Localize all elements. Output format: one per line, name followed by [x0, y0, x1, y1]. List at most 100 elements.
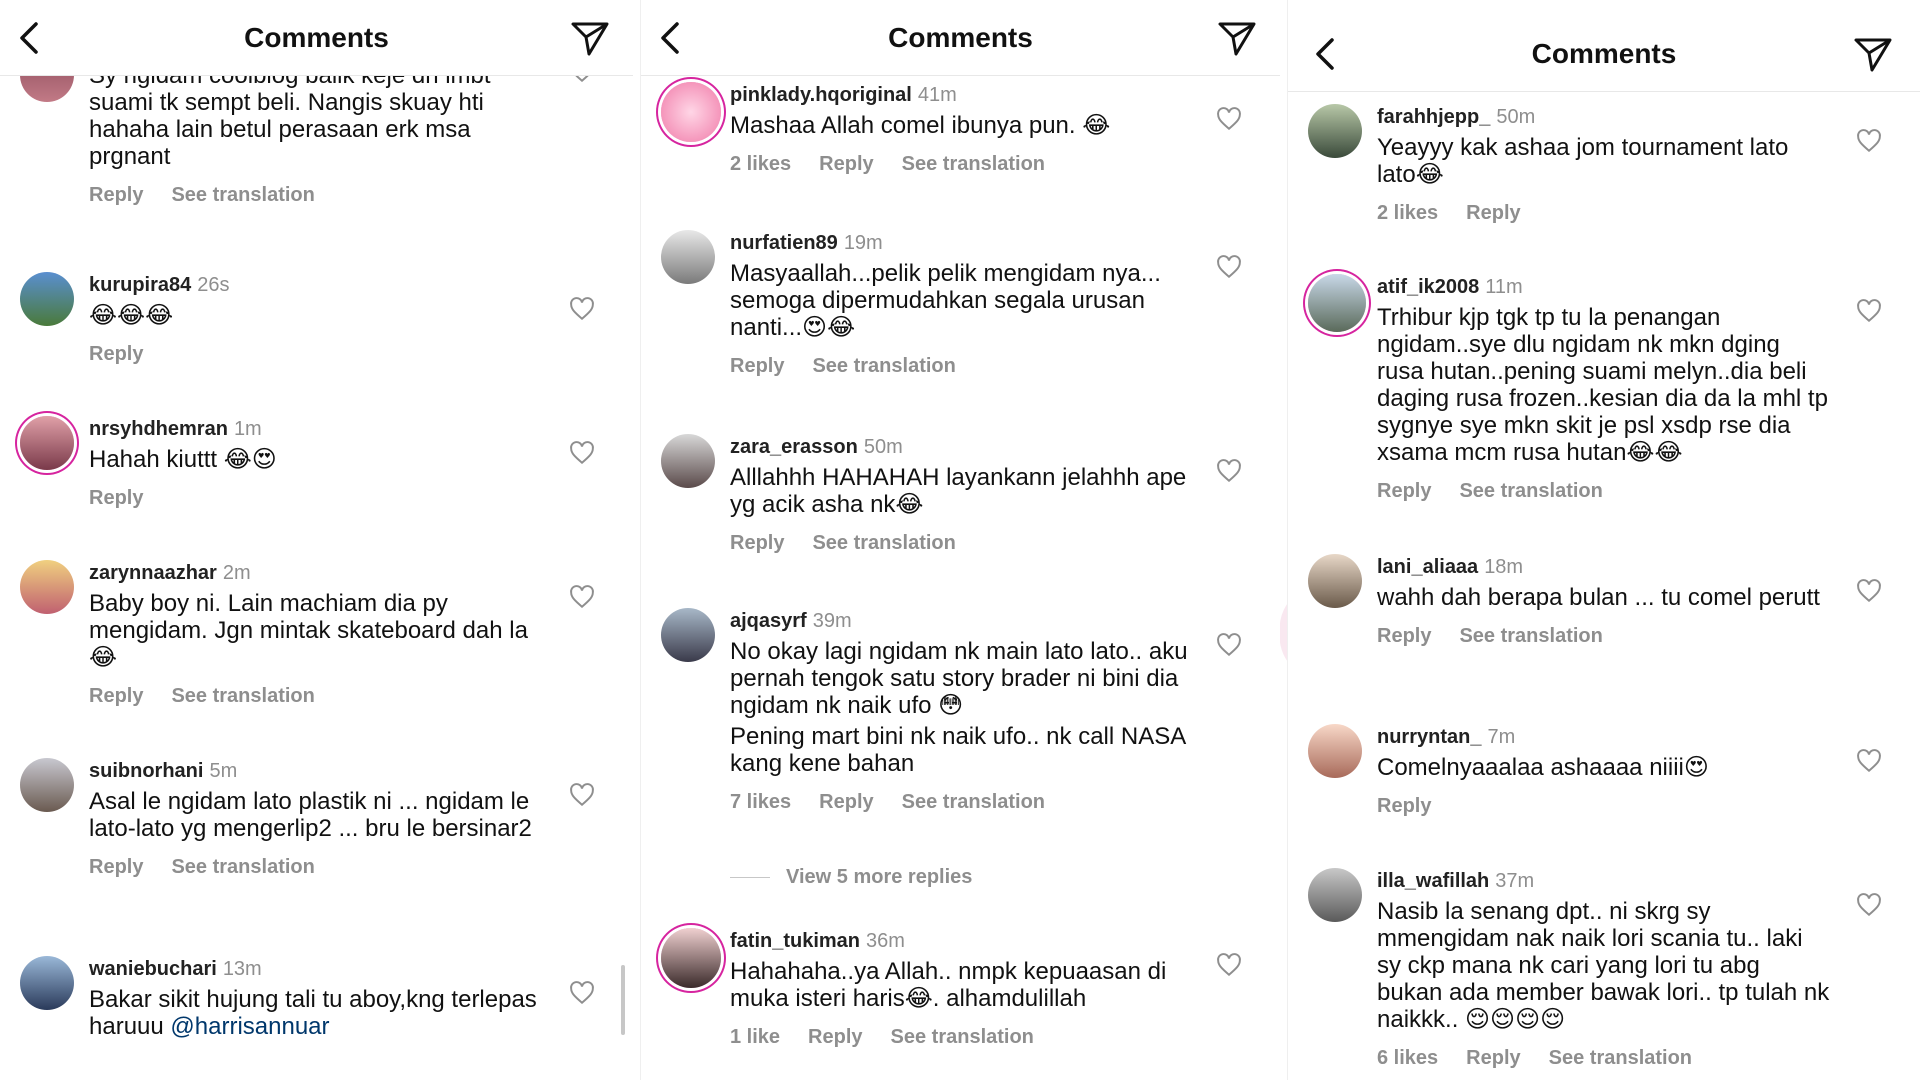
- reply-button[interactable]: Reply: [1377, 795, 1431, 817]
- reply-button[interactable]: Reply: [89, 487, 143, 509]
- timestamp: 37m: [1495, 870, 1535, 892]
- heart-icon[interactable]: [569, 782, 595, 808]
- likes-count[interactable]: 1 like: [730, 1026, 780, 1048]
- username[interactable]: nurfatien89: [730, 232, 838, 254]
- comment-text: Hahah kiuttt 😂😍: [89, 446, 277, 473]
- page-title: Comments: [244, 22, 389, 53]
- avatar[interactable]: [1308, 104, 1362, 158]
- username[interactable]: atif_ik2008: [1377, 276, 1479, 298]
- send-icon[interactable]: [1216, 18, 1258, 58]
- avatar[interactable]: [661, 82, 721, 142]
- timestamp: 2m: [222, 562, 251, 584]
- see-translation-button[interactable]: See translation: [812, 532, 955, 554]
- username[interactable]: pinklady.hqoriginal: [730, 84, 912, 106]
- avatar[interactable]: [661, 434, 715, 488]
- heart-icon[interactable]: [1856, 298, 1882, 324]
- reply-button[interactable]: Reply: [819, 153, 873, 175]
- comment-text: wahh dah berapa bulan ... tu comel perut…: [1377, 584, 1820, 611]
- reply-button[interactable]: Reply: [1466, 202, 1520, 224]
- reply-button[interactable]: Reply: [819, 791, 873, 813]
- see-translation-button[interactable]: See translation: [902, 791, 1045, 813]
- avatar[interactable]: [20, 272, 74, 326]
- see-translation-button[interactable]: See translation: [812, 355, 955, 377]
- comment-list: pinklady.hqoriginal 41m Mashaa Allah come…: [641, 76, 1280, 1080]
- username[interactable]: farahhjepp_: [1377, 106, 1490, 128]
- avatar[interactable]: [661, 230, 715, 284]
- timestamp: 50m: [863, 436, 903, 458]
- timestamp: 36m: [866, 930, 905, 952]
- avatar[interactable]: [20, 560, 74, 614]
- reply-button[interactable]: Reply: [1377, 625, 1431, 647]
- username[interactable]: fatin_tukiman: [730, 930, 860, 952]
- avatar[interactable]: [1308, 868, 1362, 922]
- see-translation-button[interactable]: See translation: [1459, 625, 1602, 647]
- see-translation-button[interactable]: See translation: [171, 685, 314, 707]
- reply-button[interactable]: Reply: [89, 343, 143, 365]
- comments-panel-1: Comments Sy ngidam coolblog balik keje d…: [0, 0, 633, 1080]
- mention-link[interactable]: @harrisannuar: [170, 1013, 329, 1040]
- username[interactable]: illa_wafillah: [1377, 870, 1489, 892]
- reply-button[interactable]: Reply: [89, 856, 143, 878]
- scrollbar[interactable]: [621, 965, 625, 1035]
- heart-icon[interactable]: [569, 296, 595, 322]
- timestamp: 7m: [1487, 726, 1516, 748]
- username[interactable]: nurryntan_: [1377, 726, 1481, 748]
- timestamp: 41m: [917, 84, 957, 106]
- see-translation-button[interactable]: See translation: [891, 1026, 1034, 1048]
- username[interactable]: kurupira84: [89, 274, 191, 296]
- heart-icon[interactable]: [569, 980, 595, 1006]
- reply-button[interactable]: Reply: [730, 532, 784, 554]
- heart-icon[interactable]: [1856, 748, 1882, 774]
- send-icon[interactable]: [569, 18, 611, 58]
- username[interactable]: waniebuchari: [89, 958, 217, 980]
- see-translation-button[interactable]: See translation: [1459, 480, 1602, 502]
- see-translation-button[interactable]: See translation: [171, 856, 314, 878]
- heart-icon[interactable]: [1856, 578, 1882, 604]
- likes-count[interactable]: 7 likes: [730, 791, 791, 813]
- timestamp: 18m: [1484, 556, 1524, 578]
- likes-count[interactable]: 6 likes: [1377, 1047, 1438, 1069]
- comment-text: Alllahhh HAHAHAH layankann jelahhh ape y…: [730, 464, 1187, 518]
- avatar[interactable]: [20, 758, 74, 812]
- comment-text: Asal le ngidam lato plastik ni ... ngida…: [89, 788, 532, 842]
- username[interactable]: zarynnaazhar: [89, 562, 217, 584]
- username[interactable]: suibnorhani: [89, 760, 203, 782]
- heart-icon[interactable]: [1216, 106, 1242, 132]
- avatar[interactable]: [20, 416, 74, 470]
- heart-icon[interactable]: [1216, 632, 1242, 658]
- likes-count[interactable]: 2 likes: [1377, 202, 1438, 224]
- send-icon[interactable]: [1852, 34, 1894, 74]
- comment-list: Sy ngidam coolblog balik keje dh lmbt su…: [0, 48, 633, 1080]
- see-translation-button[interactable]: See translation: [902, 153, 1045, 175]
- username[interactable]: zara_erasson: [730, 436, 858, 458]
- see-translation-button[interactable]: See translation: [171, 184, 314, 206]
- avatar[interactable]: [20, 956, 74, 1010]
- reply-button[interactable]: Reply: [89, 685, 143, 707]
- avatar[interactable]: [661, 928, 721, 988]
- timestamp: 50m: [1496, 106, 1536, 128]
- reply-button[interactable]: Reply: [730, 355, 784, 377]
- username[interactable]: nrsyhdhemran: [89, 418, 228, 440]
- avatar[interactable]: [1308, 274, 1366, 332]
- comment-text: Trhibur kjp tgk tp tu la penangan ngidam…: [1377, 304, 1828, 466]
- heart-icon[interactable]: [1216, 254, 1242, 280]
- username[interactable]: ajqasyrf: [730, 610, 807, 632]
- avatar[interactable]: [661, 608, 715, 662]
- heart-icon[interactable]: [1216, 458, 1242, 484]
- heart-icon[interactable]: [569, 584, 595, 610]
- avatar[interactable]: [1308, 724, 1362, 778]
- see-translation-button[interactable]: See translation: [1549, 1047, 1692, 1069]
- username[interactable]: lani_aliaaa: [1377, 556, 1478, 578]
- heart-icon[interactable]: [1216, 952, 1242, 978]
- heart-icon[interactable]: [1856, 892, 1882, 918]
- reply-button[interactable]: Reply: [89, 184, 143, 206]
- likes-count[interactable]: 2 likes: [730, 153, 791, 175]
- reply-button[interactable]: Reply: [1377, 480, 1431, 502]
- heart-icon[interactable]: [569, 440, 595, 466]
- avatar[interactable]: [1308, 554, 1362, 608]
- view-more-replies-label: View 5 more replies: [786, 866, 973, 888]
- reply-button[interactable]: Reply: [808, 1026, 862, 1048]
- heart-icon[interactable]: [1856, 128, 1882, 154]
- reply-button[interactable]: Reply: [1466, 1047, 1520, 1069]
- view-more-replies-button[interactable]: View 5 more replies: [730, 866, 972, 889]
